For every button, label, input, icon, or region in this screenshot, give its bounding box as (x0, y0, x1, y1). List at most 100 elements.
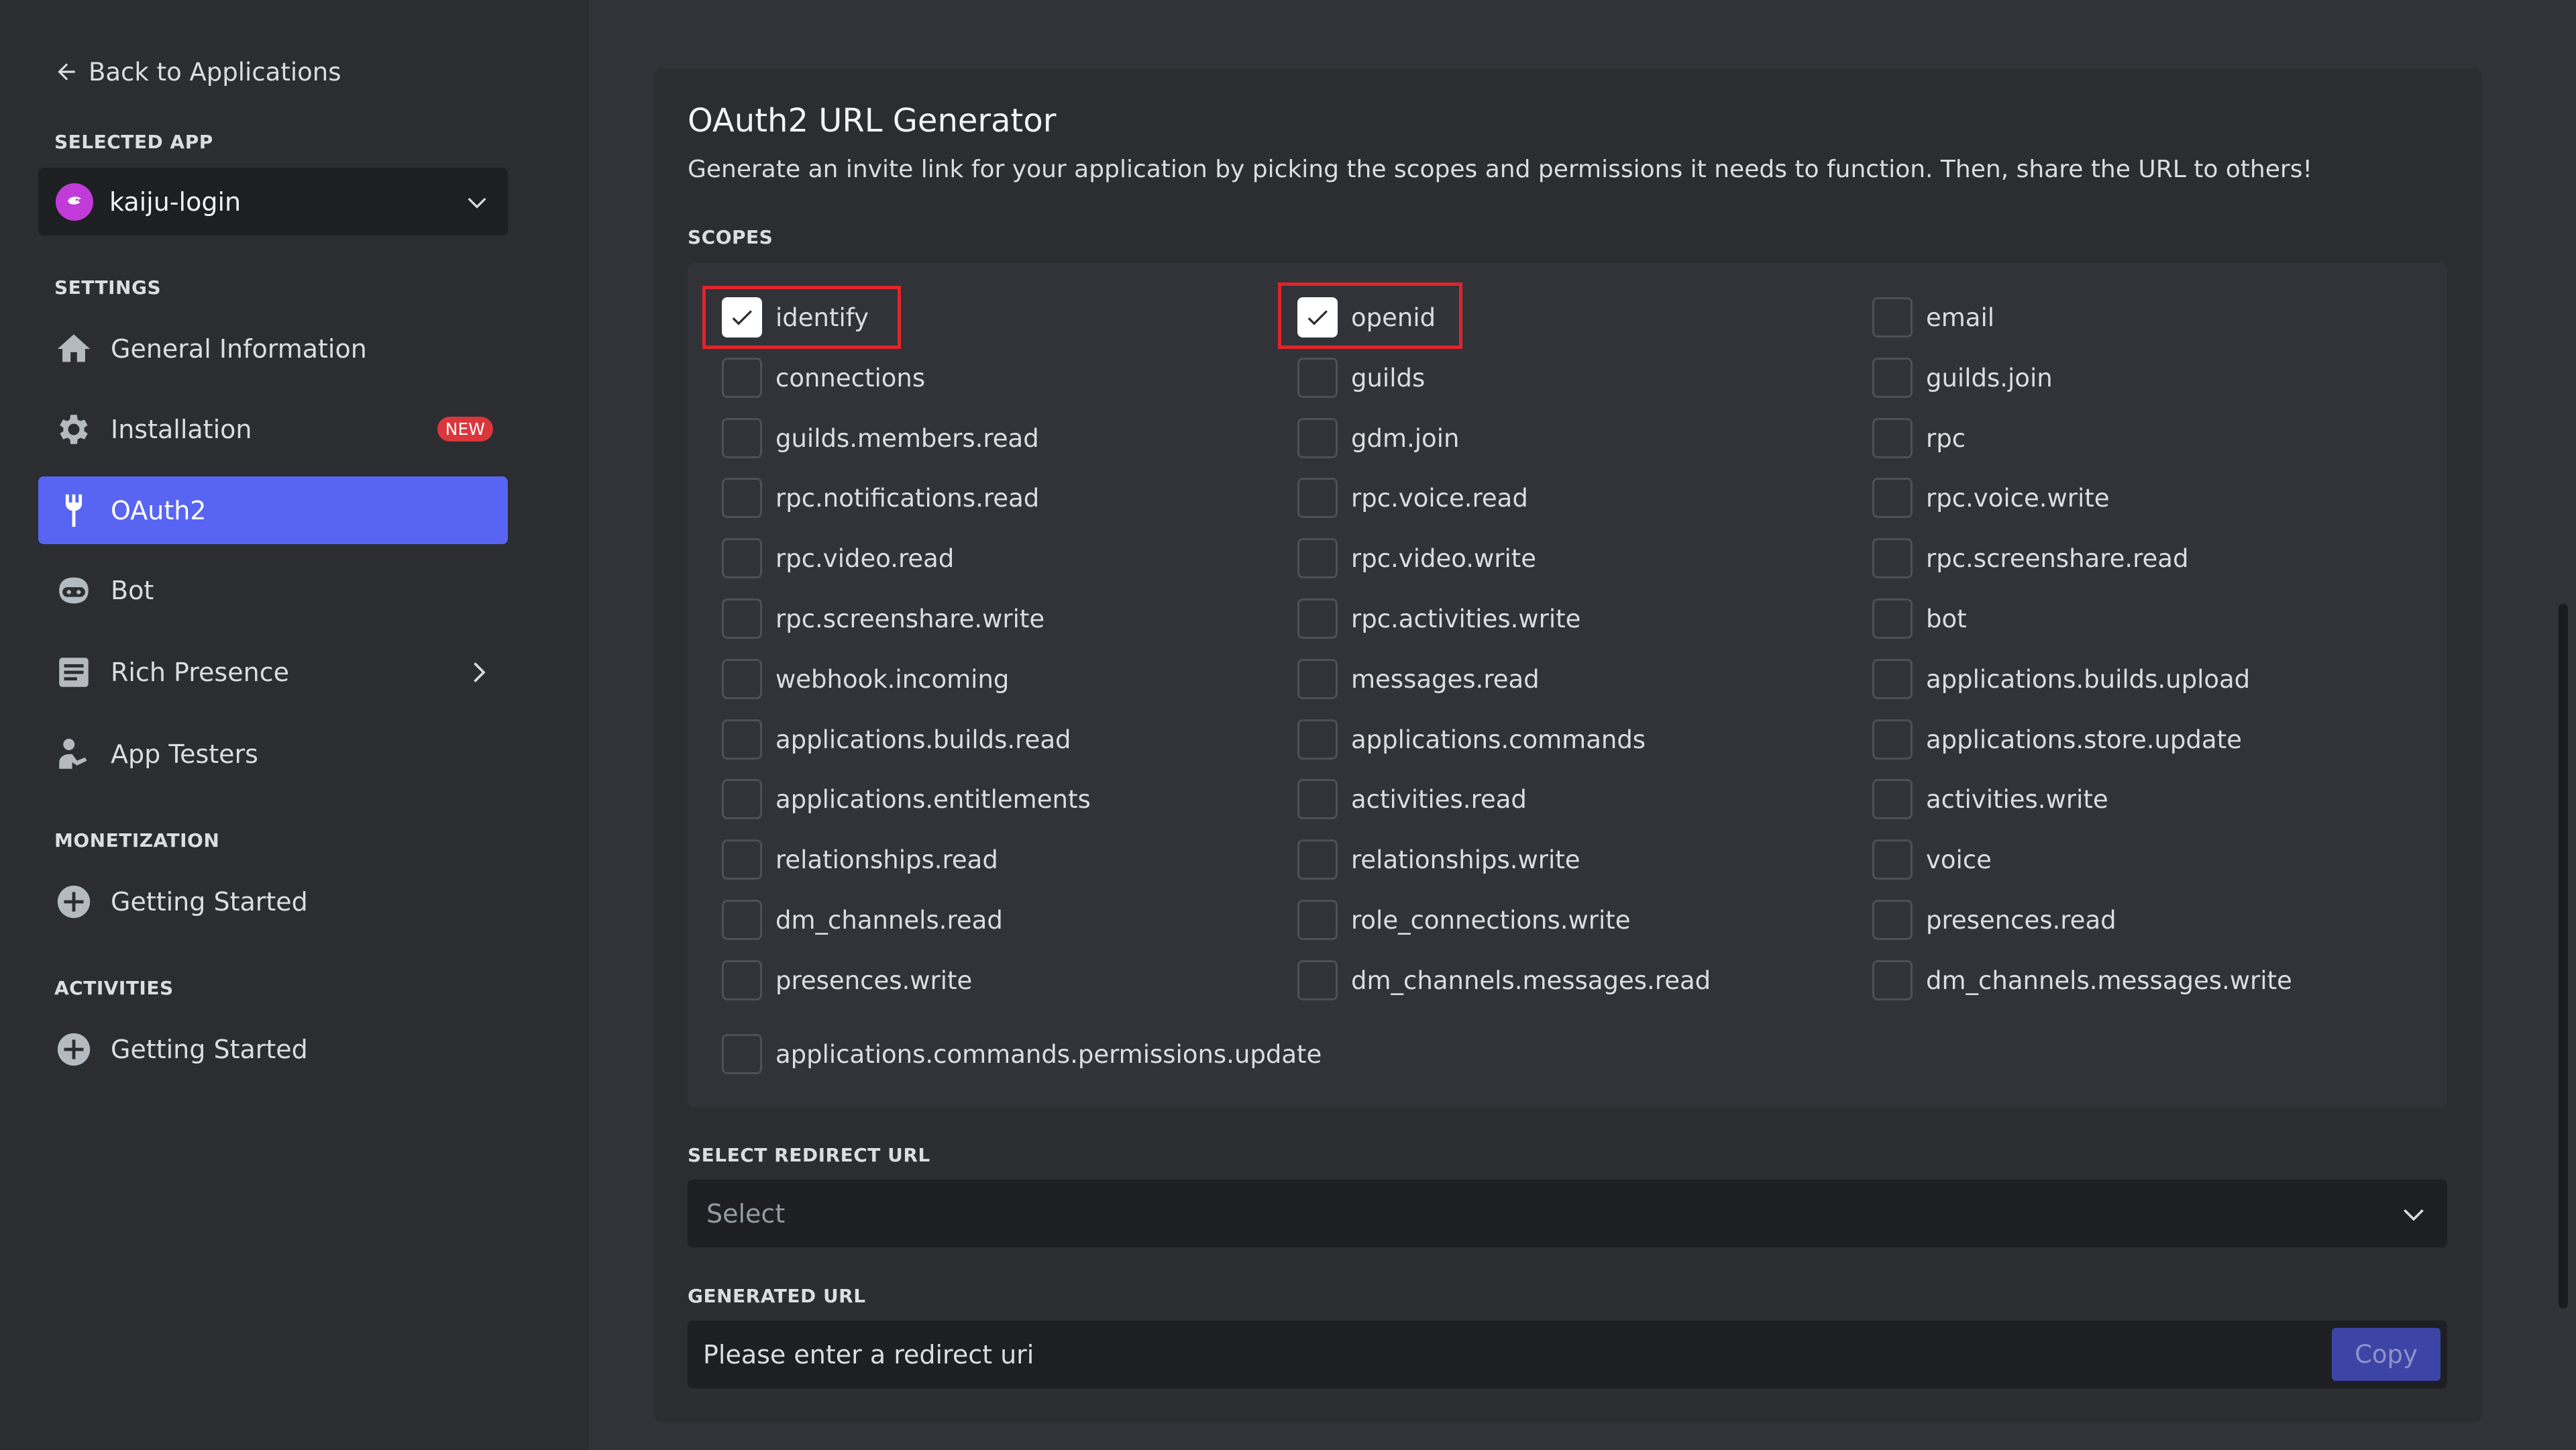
sidebar-item-activities-getting-started[interactable]: Getting Started (38, 1015, 508, 1083)
scope-checkbox-webhook-incoming[interactable]: webhook.incoming (722, 657, 1009, 701)
copy-button[interactable]: Copy (2332, 1328, 2440, 1381)
scope-checkbox-relationships-read[interactable]: relationships.read (722, 837, 998, 882)
scope-checkbox-activities-read[interactable]: activities.read (1297, 777, 1527, 821)
scope-checkbox-presences-write[interactable]: presences.write (722, 958, 972, 1002)
scope-checkbox-presences-read[interactable]: presences.read (1872, 898, 2116, 942)
scope-checkbox-identify[interactable]: identify (722, 295, 869, 340)
scope-checkbox-activities-write[interactable]: activities.write (1872, 777, 2108, 821)
scope-checkbox-dm-channels-messages-read[interactable]: dm_channels.messages.read (1297, 958, 1711, 1002)
scope-checkbox-role-connections-write[interactable]: role_connections.write (1297, 898, 1631, 942)
scope-checkbox-connections[interactable]: connections (722, 356, 925, 400)
scope-checkbox-rpc-screenshare-write[interactable]: rpc.screenshare.write (722, 597, 1044, 641)
checkbox-unchecked[interactable] (722, 779, 762, 819)
checkbox-unchecked[interactable] (722, 1034, 762, 1074)
sidebar-item-installation[interactable]: Installation NEW (38, 395, 508, 463)
redirect-url-select[interactable]: Select (688, 1180, 2447, 1247)
sidebar-item-bot[interactable]: Bot (38, 556, 508, 624)
scope-label: relationships.write (1351, 845, 1580, 874)
checkbox-unchecked[interactable] (722, 659, 762, 699)
sidebar-item-oauth2[interactable]: OAuth2 (38, 476, 508, 544)
checkbox-unchecked[interactable] (722, 960, 762, 1000)
scope-checkbox-rpc-voice-read[interactable]: rpc.voice.read (1297, 476, 1528, 520)
checkbox-unchecked[interactable] (1297, 839, 1338, 880)
scope-checkbox-email[interactable]: email (1872, 295, 1994, 340)
scrollbar[interactable] (2559, 604, 2568, 1308)
scope-label: identify (775, 303, 869, 332)
checkbox-unchecked[interactable] (1297, 418, 1338, 458)
scope-checkbox-rpc-voice-write[interactable]: rpc.voice.write (1872, 476, 2110, 520)
checkbox-unchecked[interactable] (1872, 719, 1913, 760)
checkbox-unchecked[interactable] (1297, 599, 1338, 639)
scope-checkbox-guilds[interactable]: guilds (1297, 356, 1425, 400)
scope-checkbox-openid[interactable]: openid (1297, 295, 1436, 340)
checkbox-unchecked[interactable] (1872, 358, 1913, 398)
checkbox-unchecked[interactable] (1872, 779, 1913, 819)
checkbox-unchecked[interactable] (1297, 960, 1338, 1000)
scope-checkbox-applications-entitlements[interactable]: applications.entitlements (722, 777, 1091, 821)
monetization-header: MONETIZATION (54, 829, 220, 851)
scope-checkbox-applications-builds-upload[interactable]: applications.builds.upload (1872, 657, 2250, 701)
activities-header: ACTIVITIES (54, 977, 174, 999)
scope-checkbox-bot[interactable]: bot (1872, 597, 1967, 641)
sidebar-item-app-testers[interactable]: App Testers (38, 720, 508, 788)
checkbox-unchecked[interactable] (1872, 478, 1913, 518)
scope-label: role_connections.write (1351, 905, 1631, 935)
sidebar-item-label: OAuth2 (111, 495, 207, 525)
scope-checkbox-voice[interactable]: voice (1872, 837, 1992, 882)
checkbox-unchecked[interactable] (1872, 839, 1913, 880)
scope-checkbox-rpc[interactable]: rpc (1872, 416, 1966, 460)
scope-checkbox-applications-commands-permissions-update[interactable]: applications.commands.permissions.update (722, 1032, 1322, 1076)
scope-checkbox-applications-store-update[interactable]: applications.store.update (1872, 717, 2242, 762)
sidebar-item-rich-presence[interactable]: Rich Presence (38, 638, 508, 706)
checkbox-unchecked[interactable] (722, 478, 762, 518)
generated-url-field[interactable]: Please enter a redirect uri Copy (688, 1320, 2447, 1388)
checkbox-checked[interactable] (722, 297, 762, 338)
scope-checkbox-guilds-join[interactable]: guilds.join (1872, 356, 2053, 400)
checkbox-unchecked[interactable] (1297, 358, 1338, 398)
checkbox-unchecked[interactable] (1872, 599, 1913, 639)
checkbox-unchecked[interactable] (722, 538, 762, 578)
scope-checkbox-messages-read[interactable]: messages.read (1297, 657, 1540, 701)
checkbox-unchecked[interactable] (722, 839, 762, 880)
sidebar-item-monetization-getting-started[interactable]: Getting Started (38, 868, 508, 935)
checkbox-unchecked[interactable] (1872, 659, 1913, 699)
checkbox-unchecked[interactable] (722, 599, 762, 639)
checkbox-unchecked[interactable] (1297, 719, 1338, 760)
sidebar-item-general-information[interactable]: General Information (38, 315, 508, 382)
checkbox-unchecked[interactable] (1872, 538, 1913, 578)
checkbox-unchecked[interactable] (1297, 900, 1338, 940)
checkbox-unchecked[interactable] (1297, 779, 1338, 819)
checkbox-unchecked[interactable] (722, 418, 762, 458)
scope-label: activities.write (1926, 784, 2108, 814)
checkbox-unchecked[interactable] (1297, 538, 1338, 578)
scope-checkbox-dm-channels-read[interactable]: dm_channels.read (722, 898, 1003, 942)
checkbox-unchecked[interactable] (1872, 960, 1913, 1000)
back-to-applications-link[interactable]: Back to Applications (54, 55, 341, 89)
checkbox-unchecked[interactable] (1297, 659, 1338, 699)
checkbox-unchecked[interactable] (1872, 418, 1913, 458)
scope-checkbox-rpc-video-write[interactable]: rpc.video.write (1297, 536, 1536, 580)
app-selector[interactable]: kaiju-login (38, 168, 508, 236)
checkbox-unchecked[interactable] (1872, 900, 1913, 940)
scope-label: rpc.notifications.read (775, 483, 1040, 513)
sidebar-item-label: Bot (111, 575, 154, 605)
scope-checkbox-rpc-screenshare-read[interactable]: rpc.screenshare.read (1872, 536, 2188, 580)
scope-checkbox-applications-builds-read[interactable]: applications.builds.read (722, 717, 1071, 762)
checkbox-unchecked[interactable] (722, 358, 762, 398)
scope-checkbox-relationships-write[interactable]: relationships.write (1297, 837, 1580, 882)
checkbox-unchecked[interactable] (1297, 478, 1338, 518)
scope-checkbox-dm-channels-messages-write[interactable]: dm_channels.messages.write (1872, 958, 2292, 1002)
checkbox-unchecked[interactable] (722, 900, 762, 940)
checkbox-unchecked[interactable] (722, 719, 762, 760)
scope-checkbox-applications-commands[interactable]: applications.commands (1297, 717, 1646, 762)
back-link-label: Back to Applications (89, 57, 341, 87)
scope-checkbox-rpc-notifications-read[interactable]: rpc.notifications.read (722, 476, 1039, 520)
chevron-down-icon (468, 197, 486, 209)
scope-checkbox-rpc-activities-write[interactable]: rpc.activities.write (1297, 597, 1580, 641)
checkbox-unchecked[interactable] (1872, 297, 1913, 338)
scope-label: guilds (1351, 363, 1426, 393)
scope-checkbox-guilds-members-read[interactable]: guilds.members.read (722, 416, 1039, 460)
scope-checkbox-rpc-video-read[interactable]: rpc.video.read (722, 536, 954, 580)
scope-checkbox-gdm-join[interactable]: gdm.join (1297, 416, 1459, 460)
checkbox-checked[interactable] (1297, 297, 1338, 338)
